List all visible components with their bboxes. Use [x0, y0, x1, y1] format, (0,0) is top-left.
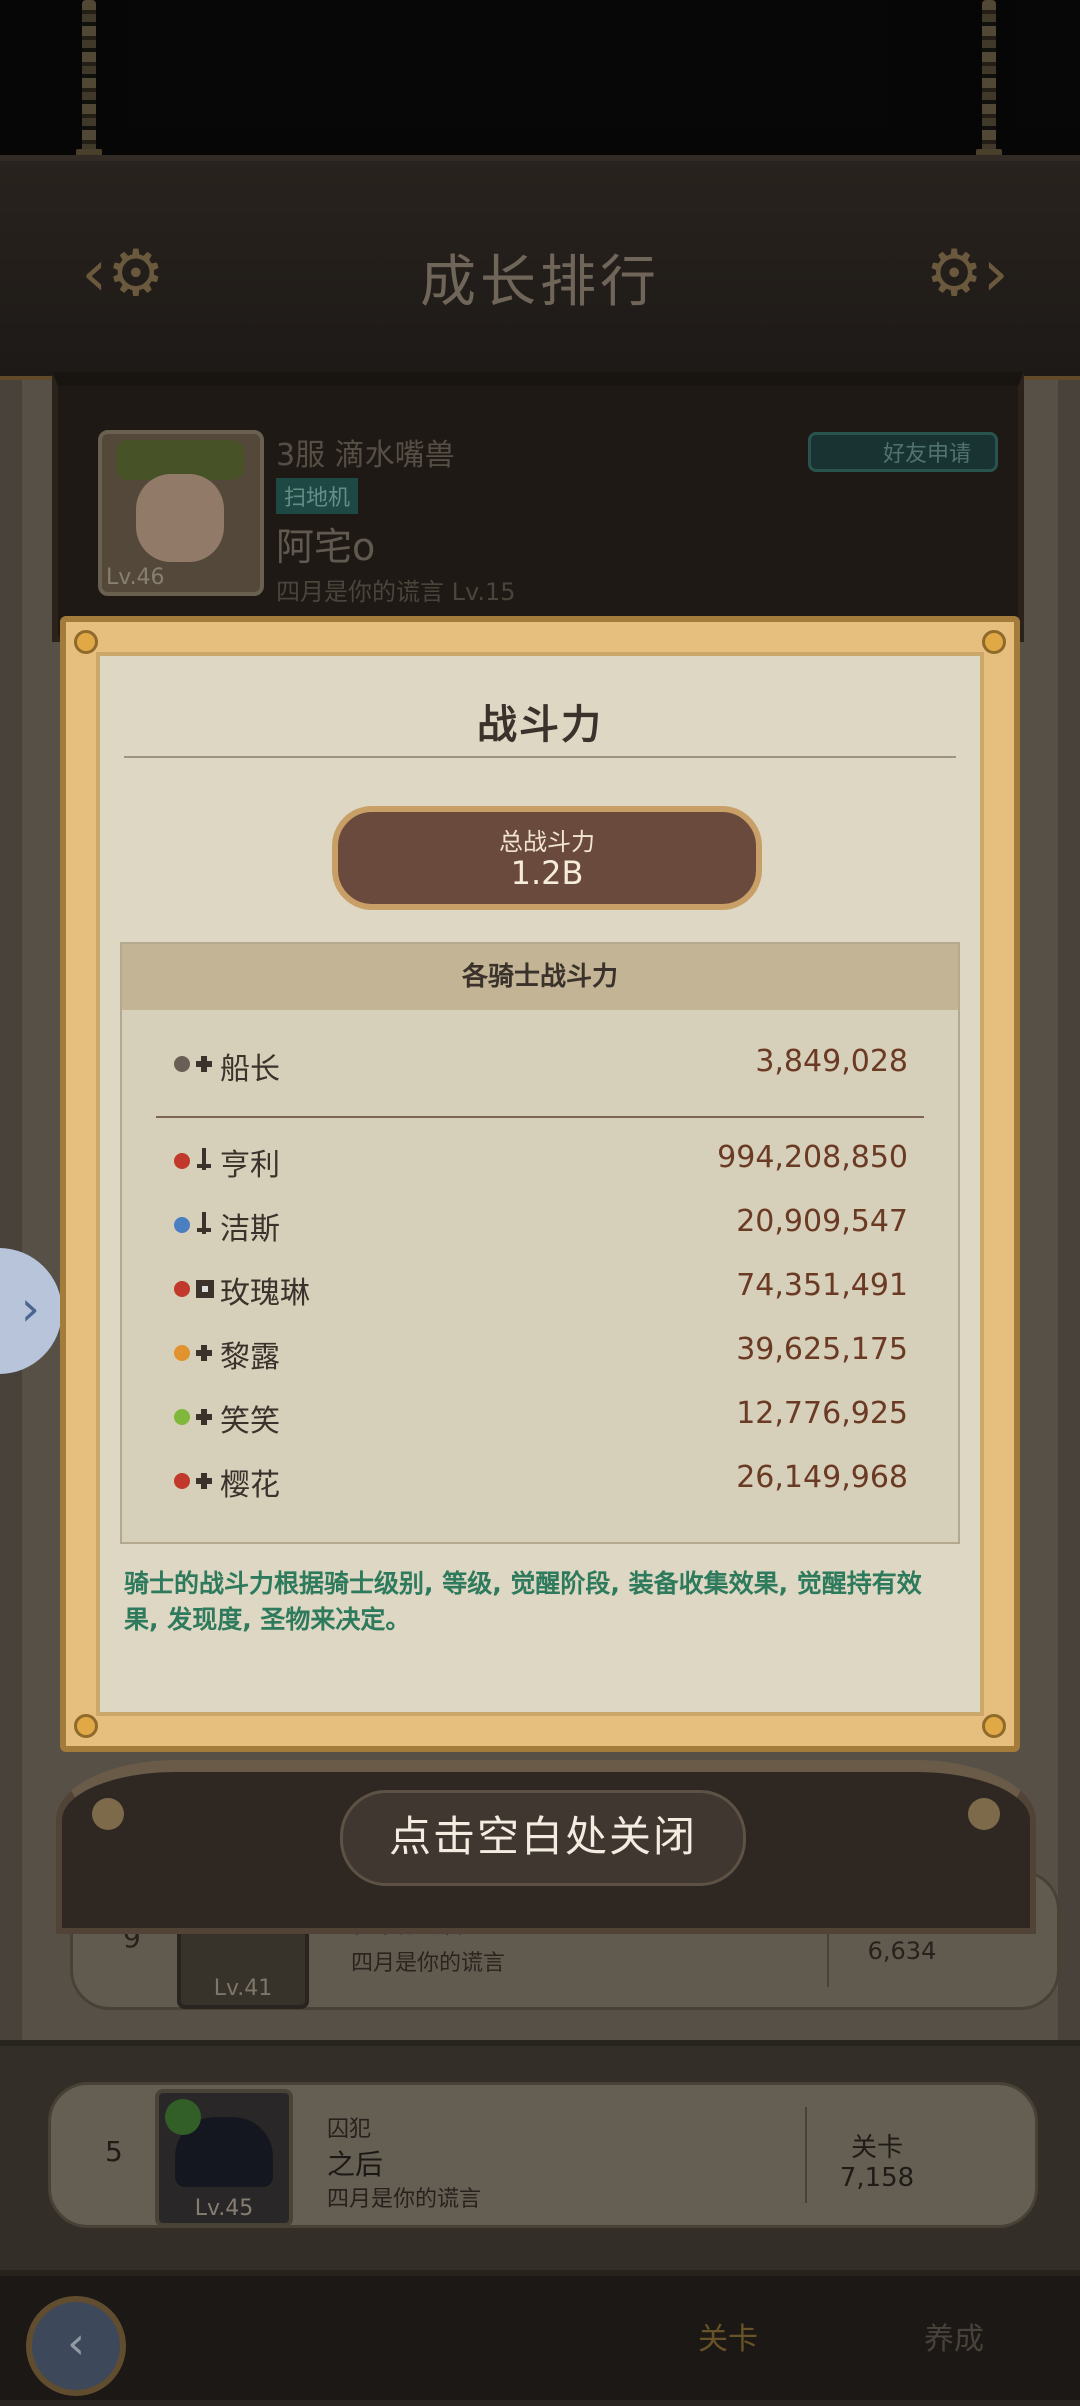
knight-power: 26,149,968 [736, 1460, 908, 1495]
knight-power: 39,625,175 [736, 1332, 908, 1367]
chevron-right-icon: › [20, 1281, 40, 1337]
knight-row: 玫瑰琳 74,351,491 [172, 1268, 908, 1311]
corner-rivet [982, 1714, 1006, 1738]
knight-name: 玫瑰琳 [220, 1276, 310, 1311]
panel-title: 各骑士战斗力 [122, 944, 958, 1010]
panel-divider [156, 1116, 924, 1118]
captain-icon [174, 1056, 212, 1072]
dialog-title: 战斗力 [477, 702, 603, 748]
earth-icon [174, 1345, 212, 1361]
knight-name: 亨利 [220, 1148, 280, 1183]
close-hint-button[interactable]: 点击空白处关闭 [340, 1790, 746, 1886]
gear-icon [968, 1798, 1000, 1830]
knight-row: 笑笑 12,776,925 [172, 1396, 908, 1439]
knight-power: 74,351,491 [736, 1268, 908, 1303]
knight-row: 洁斯 20,909,547 [172, 1204, 908, 1247]
knight-power: 20,909,547 [736, 1204, 908, 1239]
fire-icon [174, 1148, 211, 1170]
fire-icon [174, 1280, 214, 1298]
combat-power-dialog: 战斗力 总战斗力 1.2B 各骑士战斗力 船长 3,849,028 亨利 994,… [60, 616, 1020, 1752]
knight-name: 船长 [220, 1052, 280, 1087]
corner-rivet [74, 1714, 98, 1738]
knight-power: 12,776,925 [736, 1396, 908, 1431]
knight-power: 3,849,028 [755, 1044, 908, 1079]
knight-row: 黎露 39,625,175 [172, 1332, 908, 1375]
knight-row: 樱花 26,149,968 [172, 1460, 908, 1503]
leaf-icon [174, 1409, 212, 1425]
knight-name: 笑笑 [220, 1404, 280, 1439]
knight-row: 亨利 994,208,850 [172, 1140, 908, 1183]
corner-rivet [982, 630, 1006, 654]
captain-row: 船长 3,849,028 [172, 1044, 908, 1087]
total-power-value: 1.2B [510, 854, 584, 892]
gear-icon [92, 1798, 124, 1830]
knight-power: 994,208,850 [717, 1140, 908, 1175]
corner-rivet [74, 630, 98, 654]
knight-name: 樱花 [220, 1468, 280, 1503]
dialog-body: 战斗力 总战斗力 1.2B 各骑士战斗力 船长 3,849,028 亨利 994,… [96, 652, 984, 1716]
title-divider [124, 756, 956, 758]
total-power-box: 总战斗力 1.2B [332, 806, 762, 910]
total-power-label: 总战斗力 [499, 828, 595, 856]
knight-name: 洁斯 [220, 1212, 280, 1247]
power-explanation-note: 骑士的战斗力根据骑士级别, 等级, 觉醒阶段, 装备收集效果, 觉醒持有效果, … [124, 1569, 922, 1634]
water-icon [174, 1212, 211, 1234]
knight-name: 黎露 [220, 1340, 280, 1375]
fire-icon [174, 1473, 212, 1489]
knight-power-panel: 各骑士战斗力 船长 3,849,028 亨利 994,208,850 洁斯 20,90… [120, 942, 960, 1544]
